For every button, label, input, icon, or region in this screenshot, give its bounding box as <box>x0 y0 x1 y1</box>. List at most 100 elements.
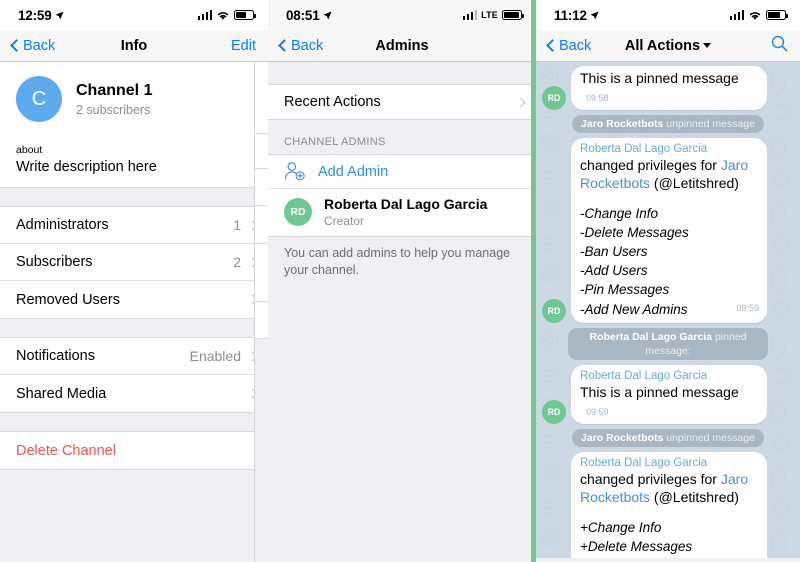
search-button[interactable] <box>771 35 788 56</box>
row-recent-actions[interactable]: Recent Actions <box>268 85 536 119</box>
chat-message[interactable]: RD Roberta Dal Lago Garcia changed privi… <box>536 451 800 562</box>
message-time: 09:59 <box>736 302 759 313</box>
panel-admins: 08:51 LTE Back Admins Recent Actions CHA… <box>268 0 536 562</box>
row-removed-users[interactable]: Removed Users <box>0 281 268 318</box>
message-time: 09:59 <box>586 406 609 417</box>
about-field[interactable]: about Write description here <box>0 138 268 187</box>
signal-bars-icon <box>729 10 744 20</box>
row-notifications[interactable]: Notifications Enabled <box>0 338 268 375</box>
service-message-text: Jaro Rocketbots unpinned message <box>572 114 764 133</box>
channel-info-body: C Channel 1 2 subscribers about Write de… <box>0 62 268 562</box>
service-actor: Roberta Dal Lago Garcia <box>589 330 713 343</box>
status-icons-right <box>729 10 788 21</box>
group-spacer-1 <box>0 188 268 206</box>
admins-top-gap <box>268 62 536 84</box>
message-suffix: (@Letitshred) <box>650 488 739 505</box>
row-subscribers[interactable]: Subscribers 2 <box>0 244 268 281</box>
privilege-item: -Ban Users <box>580 244 648 260</box>
delete-channel-label: Delete Channel <box>16 442 116 459</box>
chevron-left-icon <box>278 39 291 52</box>
row-shared-media[interactable]: Shared Media <box>0 375 268 412</box>
service-message: Jaro Rocketbots unpinned message <box>536 428 800 447</box>
message-text: changed privileges for Jaro Rocketbots (… <box>580 157 759 193</box>
channel-admins-section-header: CHANNEL ADMINS <box>284 136 386 148</box>
chat-message[interactable]: RD This is a pinned message 09:58 <box>536 66 800 110</box>
privilege-item: +Change Info <box>580 519 662 535</box>
message-author: Roberta Dal Lago Garcia <box>580 370 708 383</box>
privilege-item: -Add Users <box>580 263 648 279</box>
message-text: This is a pinned message 09:58 <box>580 70 759 106</box>
status-time-mid-text: 08:51 <box>286 7 320 23</box>
channel-avatar: C <box>16 76 62 122</box>
row-shared-media-label: Shared Media <box>16 385 107 402</box>
admin-role: Creator <box>324 213 365 228</box>
status-time-left: 12:59 <box>18 8 64 23</box>
service-message: Roberta Dal Lago Garcia pinned message: <box>536 327 800 361</box>
service-message: Jaro Rocketbots unpinned message <box>536 114 800 133</box>
network-type-label: LTE <box>481 10 498 20</box>
status-bar-left: 12:59 <box>0 0 268 30</box>
status-icons-mid: LTE <box>462 10 524 20</box>
all-actions-label: All Actions <box>624 37 701 54</box>
row-administrators-label: Administrators <box>16 217 109 233</box>
chat-log[interactable]: RD This is a pinned message 09:58 Jaro Ro… <box>536 62 800 562</box>
status-time-mid: 08:51 <box>286 8 332 23</box>
profile-group: C Channel 1 2 subscribers about Write de… <box>0 62 268 188</box>
nav-bar-mid: Back Admins <box>268 30 536 62</box>
back-button-left[interactable]: Back <box>10 37 56 54</box>
privilege-item-last: -Add New Admins 09:59 <box>580 300 759 319</box>
background-panel-edge-left <box>254 30 268 562</box>
chevron-right-icon <box>515 97 526 107</box>
message-author: Roberta Dal Lago Garcia <box>580 142 708 155</box>
group-spacer-3 <box>0 413 268 431</box>
add-admin-button[interactable]: Add Admin <box>268 155 536 189</box>
group-spacer-2 <box>0 319 268 337</box>
chat-message[interactable]: RD Roberta Dal Lago Garcia changed privi… <box>536 137 800 323</box>
battery-icon <box>502 10 524 20</box>
back-button-mid[interactable]: Back <box>278 38 323 54</box>
message-bubble[interactable]: Roberta Dal Lago Garcia changed privileg… <box>571 451 767 562</box>
privilege-list: -Change Info -Delete Messages -Ban Users… <box>580 204 759 319</box>
background-panel-edge-mid <box>531 0 536 562</box>
edit-button[interactable]: Edit <box>231 38 256 54</box>
service-action: unpinned message <box>666 117 755 130</box>
panel-all-actions: 11:12 Back All Actions RD This is a pinn… <box>536 0 800 562</box>
chevron-down-icon <box>703 43 712 49</box>
message-bubble[interactable]: This is a pinned message 09:58 <box>571 66 767 110</box>
channel-subscriber-count: 2 subscribers <box>76 103 151 117</box>
delete-group: Delete Channel <box>0 431 268 470</box>
row-administrators[interactable]: Administrators 1 <box>0 207 268 244</box>
status-time-left-text: 12:59 <box>18 7 52 23</box>
channel-profile-row[interactable]: C Channel 1 2 subscribers <box>0 62 268 138</box>
all-actions-filter-dropdown[interactable]: All Actions <box>536 38 800 54</box>
message-body: changed privileges for <box>580 156 721 173</box>
admin-avatar: RD <box>284 197 312 226</box>
service-message-text: Jaro Rocketbots unpinned message <box>572 428 764 447</box>
message-text: This is a pinned message 09:59 <box>580 384 759 420</box>
admins-body: Recent Actions CHANNEL ADMINS Add Admin <box>268 62 536 562</box>
back-button-left-label: Back <box>23 37 56 54</box>
privilege-item: -Delete Messages <box>580 224 689 240</box>
message-avatar: RD <box>542 85 566 110</box>
search-icon <box>771 35 788 52</box>
admin-identity: Roberta Dal Lago Garcia Creator <box>324 196 487 228</box>
chat-message[interactable]: RD Roberta Dal Lago Garcia This is a pin… <box>536 365 800 424</box>
message-body: This is a pinned message <box>580 383 739 400</box>
location-arrow-icon <box>590 10 599 20</box>
recent-actions-group: Recent Actions <box>268 84 536 120</box>
privilege-item: -Pin Messages <box>580 282 670 298</box>
row-notifications-label: Notifications <box>16 348 95 364</box>
message-avatar: RD <box>542 298 566 323</box>
status-time-right: 11:12 <box>554 8 599 23</box>
wifi-icon <box>217 11 229 20</box>
message-time: 09:58 <box>586 92 609 103</box>
admin-list-item[interactable]: RD Roberta Dal Lago Garcia Creator <box>268 189 536 236</box>
message-bubble[interactable]: Roberta Dal Lago Garcia changed privileg… <box>571 137 767 323</box>
status-bar-mid: 08:51 LTE <box>268 0 536 30</box>
delete-channel-button[interactable]: Delete Channel <box>0 432 268 469</box>
status-icons-left <box>197 10 256 21</box>
message-bubble[interactable]: Roberta Dal Lago Garcia This is a pinned… <box>571 365 767 424</box>
signal-bars-icon <box>462 10 478 20</box>
admins-footer-note: You can add admins to help you manage yo… <box>284 245 511 277</box>
add-user-icon <box>284 162 305 181</box>
